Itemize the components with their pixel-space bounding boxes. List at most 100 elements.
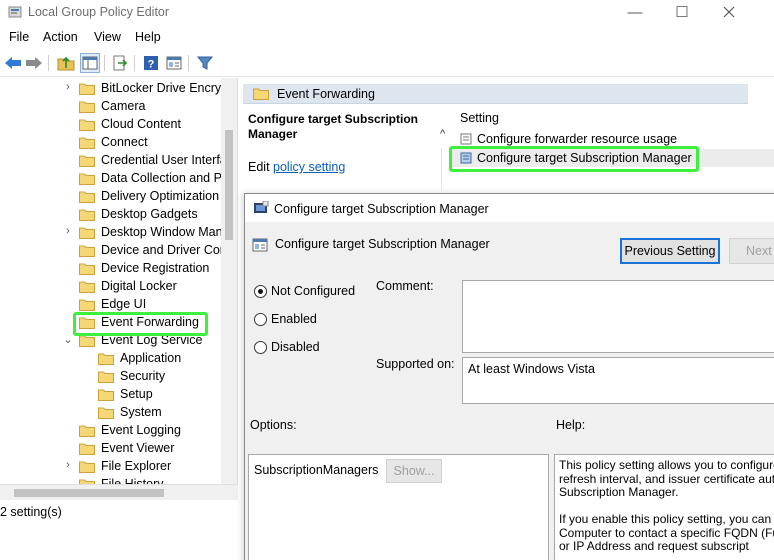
tree-item[interactable]: Delivery Optimization <box>0 188 237 206</box>
menu-view[interactable]: View <box>94 30 121 44</box>
setting-label: Configure forwarder resource usage <box>477 132 678 146</box>
filter-icon[interactable] <box>195 53 215 73</box>
options-label: Options: <box>250 418 297 432</box>
expand-chevron-icon <box>62 261 74 275</box>
comment-label: Comment: <box>376 279 434 293</box>
tree-item-label: BitLocker Drive Encryp <box>101 81 229 95</box>
scrollbar-thumb[interactable] <box>14 489 164 497</box>
policy-dialog-icon <box>253 200 269 218</box>
tree-item[interactable]: File History <box>0 476 237 484</box>
back-arrow-icon[interactable] <box>3 53 23 73</box>
show-button[interactable]: Show... <box>386 459 442 483</box>
tree-item[interactable]: › BitLocker Drive Encryp <box>0 80 237 98</box>
tree-item[interactable]: Desktop Gadgets <box>0 206 237 224</box>
tree-item[interactable]: Event Logging <box>0 422 237 440</box>
expand-chevron-icon[interactable]: › <box>62 81 74 95</box>
minimize-button[interactable]: — <box>612 0 658 24</box>
tree-item-label: Connect <box>101 135 148 149</box>
radio-label: Not Configured <box>271 284 356 298</box>
supported-on-box: At least Windows Vista <box>462 357 774 404</box>
folder-icon <box>79 281 95 293</box>
folder-icon <box>79 335 95 347</box>
tree-item[interactable]: Security <box>0 368 237 386</box>
menu-help[interactable]: Help <box>135 30 161 44</box>
target-subscription-highlight <box>449 146 699 172</box>
tree-item-label: System <box>120 405 162 419</box>
tree-item[interactable]: Connect <box>0 134 237 152</box>
sort-up-chevron-icon: ^ <box>440 128 446 140</box>
expand-chevron-icon[interactable]: › <box>62 225 74 239</box>
tree-vertical-scrollbar[interactable] <box>221 78 237 484</box>
edit-policy-setting-link[interactable]: policy setting <box>273 160 345 174</box>
tree-item-label: Event Viewer <box>101 441 175 455</box>
setting-column-header[interactable]: Setting <box>460 111 499 125</box>
close-button[interactable] <box>706 0 752 24</box>
folder-icon <box>79 155 95 167</box>
comment-textarea[interactable] <box>462 280 774 353</box>
up-folder-icon[interactable] <box>56 53 76 73</box>
tree-item[interactable]: Device Registration <box>0 260 237 278</box>
collapse-chevron-icon[interactable]: ⌄ <box>62 333 74 347</box>
folder-icon <box>253 88 269 103</box>
folder-icon <box>79 263 95 275</box>
tree-item[interactable]: Application <box>0 350 237 368</box>
tree-item-label: Delivery Optimization <box>101 189 220 203</box>
setting-row-forwarder[interactable]: Configure forwarder resource usage <box>460 132 677 146</box>
toolbar-separator <box>188 55 189 71</box>
export-list-icon[interactable] <box>110 53 130 73</box>
tree-item-label: Data Collection and Pr <box>101 171 227 185</box>
window-title: Local Group Policy Editor <box>28 5 170 19</box>
dialog-setting-name: Configure target Subscription Manager <box>275 237 490 251</box>
help-label: Help: <box>556 418 586 432</box>
status-text: 2 setting(s) <box>0 505 62 519</box>
folder-icon <box>79 425 95 437</box>
toolbar-separator <box>134 55 135 71</box>
folder-icon <box>79 299 95 311</box>
tree-item[interactable]: Data Collection and Pr <box>0 170 237 188</box>
tree-item[interactable]: Cloud Content <box>0 116 237 134</box>
folder-icon <box>79 83 95 95</box>
tree-item[interactable]: Setup <box>0 386 237 404</box>
properties-icon[interactable] <box>164 53 184 73</box>
expand-chevron-icon <box>62 441 74 455</box>
tree-item-label: Device and Driver Con <box>101 243 227 257</box>
expand-chevron-icon <box>81 387 93 401</box>
folder-icon <box>79 209 95 221</box>
tree-item-label: Desktop Window Man <box>101 225 223 239</box>
scrollbar-thumb[interactable] <box>225 130 233 240</box>
tree-item[interactable]: Device and Driver Con <box>0 242 237 260</box>
maximize-button[interactable]: ☐ <box>659 0 705 24</box>
tree-item-label: Digital Locker <box>101 279 177 293</box>
forward-arrow-icon[interactable] <box>24 53 44 73</box>
toolbar: ? <box>0 49 774 77</box>
tree-item[interactable]: Event Viewer <box>0 440 237 458</box>
expand-chevron-icon <box>62 171 74 185</box>
radio-dot <box>254 313 267 326</box>
tree-item-label: File History <box>101 477 164 484</box>
tree-item[interactable]: › File Explorer <box>0 458 237 476</box>
expand-chevron-icon <box>62 117 74 131</box>
folder-icon <box>79 119 95 131</box>
previous-setting-button[interactable]: Previous Setting <box>620 238 720 264</box>
help-paragraph: If you enable this policy setting, you c… <box>559 512 774 553</box>
tree-item[interactable]: Digital Locker <box>0 278 237 296</box>
show-hide-tree-icon[interactable] <box>80 53 100 73</box>
folder-icon <box>98 353 114 365</box>
tree-horizontal-scrollbar[interactable] <box>0 484 238 500</box>
edit-policy-line: Edit policy setting <box>248 160 345 174</box>
menu-file[interactable]: File <box>9 30 29 44</box>
subscription-managers-label: SubscriptionManagers <box>254 463 379 477</box>
expand-chevron-icon <box>62 135 74 149</box>
help-icon[interactable]: ? <box>141 53 161 73</box>
tree-item[interactable]: Camera <box>0 98 237 116</box>
next-setting-button[interactable]: Next Setting <box>729 238 774 264</box>
tree-item[interactable]: System <box>0 404 237 422</box>
tree-item[interactable]: › Desktop Window Man <box>0 224 237 242</box>
expand-chevron-icon[interactable]: › <box>62 459 74 473</box>
help-text: This policy setting allows you to config… <box>559 458 774 560</box>
expand-chevron-icon <box>62 189 74 203</box>
menu-action[interactable]: Action <box>43 30 78 44</box>
menu-bar: File Action View Help <box>0 27 774 49</box>
options-panel: SubscriptionManagers Show... <box>248 454 549 560</box>
tree-item[interactable]: Credential User Interfa <box>0 152 237 170</box>
